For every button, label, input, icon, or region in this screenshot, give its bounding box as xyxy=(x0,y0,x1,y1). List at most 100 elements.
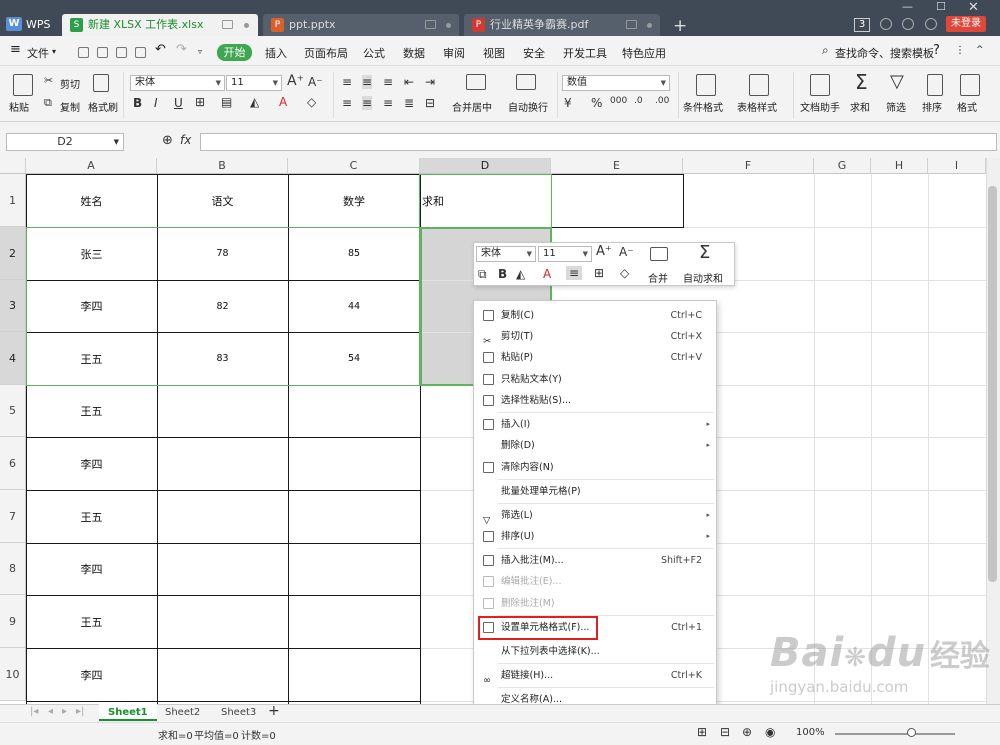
filter-button[interactable]: 筛选 xyxy=(886,99,906,114)
file-menu[interactable]: 文件 xyxy=(27,45,49,61)
hamburger-icon[interactable]: ≡ xyxy=(10,42,21,57)
menu-item-clear-contents[interactable]: 清除内容(N) xyxy=(474,457,716,478)
menu-insert[interactable]: 插入 xyxy=(265,45,287,61)
page-break-icon[interactable]: ⊕ xyxy=(742,725,752,739)
chevron-down-icon[interactable]: ▾ xyxy=(52,47,56,56)
wps-logo[interactable]: W WPS xyxy=(6,14,51,34)
minimize-icon[interactable]: — xyxy=(902,0,913,13)
share-icon[interactable] xyxy=(902,18,914,30)
name-box[interactable]: D2 ▼ xyxy=(6,133,124,151)
zoom-formula-icon[interactable]: ⊕ xyxy=(162,133,173,148)
row-header-10[interactable]: 10 xyxy=(0,648,26,701)
fill-style-icon[interactable]: ▤ xyxy=(221,95,232,109)
cell-a10[interactable]: 李四 xyxy=(26,648,157,701)
menu-item-insert[interactable]: 插入(I) ▸ xyxy=(474,414,716,435)
tab-close-icon[interactable] xyxy=(244,23,249,28)
sheet-tab-2[interactable]: Sheet2 xyxy=(156,704,209,721)
doc-helper-button[interactable]: 文档助手 xyxy=(800,99,840,114)
settings-icon[interactable] xyxy=(925,18,937,30)
menu-data[interactable]: 数据 xyxy=(403,45,425,61)
save-icon[interactable] xyxy=(78,47,89,58)
normal-view-icon[interactable]: ⊞ xyxy=(697,725,707,739)
menu-item-copy[interactable]: 复制(C) Ctrl+C xyxy=(474,305,716,326)
underline-icon[interactable]: U xyxy=(174,96,183,110)
menu-view[interactable]: 视图 xyxy=(483,45,505,61)
percent-icon[interactable]: % xyxy=(591,96,602,110)
monitor-icon[interactable] xyxy=(425,20,436,29)
menu-formula[interactable]: 公式 xyxy=(363,45,385,61)
monitor-icon[interactable] xyxy=(222,20,233,29)
cell-a5[interactable]: 王五 xyxy=(26,385,157,437)
more-icon[interactable]: ⋮ xyxy=(955,45,965,56)
font-name-select[interactable]: 宋体 ▼ xyxy=(130,75,225,91)
border-icon[interactable]: ⊞ xyxy=(195,95,205,109)
indent-decrease-icon[interactable]: ⇤ xyxy=(404,75,414,89)
zoom-slider[interactable] xyxy=(835,733,955,735)
sheet-nav-next-icon[interactable]: ▸ xyxy=(62,706,67,717)
format-painter-button[interactable]: 格式刷 xyxy=(88,99,118,114)
formula-input[interactable] xyxy=(200,133,997,151)
conditional-format-button[interactable]: 条件格式 xyxy=(683,99,723,114)
justify-icon[interactable]: ≣ xyxy=(404,96,414,110)
align-top-icon[interactable]: ≡ xyxy=(342,75,352,89)
menu-review[interactable]: 审阅 xyxy=(443,45,465,61)
row-header-4[interactable]: 4 xyxy=(0,332,26,385)
close-window-icon[interactable]: ✕ xyxy=(968,0,979,15)
col-header-a[interactable]: A xyxy=(26,158,157,174)
merge-center-button[interactable]: 合并居中 xyxy=(452,99,492,114)
menu-item-insert-comment[interactable]: 插入批注(M)... Shift+F2 xyxy=(474,550,716,571)
row-header-2[interactable]: 2 xyxy=(0,227,26,280)
align-center-icon[interactable]: ≡ xyxy=(566,266,583,280)
row-header-8[interactable]: 8 xyxy=(0,543,26,595)
col-header-e[interactable]: E xyxy=(551,158,683,174)
zoom-level[interactable]: 100% xyxy=(796,727,825,738)
increase-font-icon[interactable]: A⁺ xyxy=(596,244,612,259)
search-icon[interactable]: ⌕ xyxy=(822,43,829,58)
print-icon[interactable] xyxy=(116,47,127,58)
tab-close-icon[interactable] xyxy=(446,23,451,28)
redo-icon[interactable]: ↷ xyxy=(176,42,187,57)
sheet-nav-prev-icon[interactable]: ◂ xyxy=(48,706,53,717)
cell-a1[interactable]: 姓名 xyxy=(26,174,157,227)
maximize-icon[interactable]: ☐ xyxy=(936,0,946,13)
reading-mode-icon[interactable]: ◉ xyxy=(765,725,775,739)
merge-button[interactable]: 合并 xyxy=(648,270,668,285)
align-center-icon[interactable]: ≡ xyxy=(362,96,373,110)
menu-item-pick-from-list[interactable]: 从下拉列表中选择(K)... xyxy=(474,641,716,662)
collapse-ribbon-icon[interactable]: ^ xyxy=(976,45,984,55)
tab-close-icon[interactable] xyxy=(647,23,652,28)
row-header-9[interactable]: 9 xyxy=(0,595,26,648)
increase-font-icon[interactable]: A⁺ xyxy=(287,73,304,89)
skin-icon[interactable] xyxy=(880,18,892,30)
menu-item-delete[interactable]: 删除(D) ▸ xyxy=(474,435,716,456)
wrap-text-button[interactable]: 自动换行 xyxy=(508,99,548,114)
mini-font-size-select[interactable]: 11 ▼ xyxy=(538,246,592,262)
menu-item-paste[interactable]: 粘贴(P) Ctrl+V xyxy=(474,347,716,368)
monitor-icon[interactable] xyxy=(626,20,637,29)
print-preview-icon[interactable] xyxy=(135,47,146,58)
font-style-icon[interactable]: ⧉ xyxy=(478,267,487,282)
cell-a8[interactable]: 李四 xyxy=(26,543,157,595)
export-pdf-icon[interactable] xyxy=(97,47,108,58)
menu-item-batch-process[interactable]: 批量处理单元格(P) xyxy=(474,481,716,502)
sort-button[interactable]: 排序 xyxy=(922,99,942,114)
row-header-3[interactable]: 3 xyxy=(0,280,26,332)
align-middle-icon[interactable]: ≡ xyxy=(362,75,373,89)
sheet-tab-3[interactable]: Sheet3 xyxy=(212,704,265,721)
bold-icon[interactable]: B xyxy=(133,96,142,110)
col-header-h[interactable]: H xyxy=(871,158,928,174)
decrease-decimal-icon[interactable]: .00 xyxy=(655,96,669,106)
menu-security[interactable]: 安全 xyxy=(523,45,545,61)
row-header-7[interactable]: 7 xyxy=(0,490,26,543)
clear-format-icon[interactable]: ◇ xyxy=(307,95,316,109)
indent-increase-icon[interactable]: ⇥ xyxy=(425,75,435,89)
align-left-icon[interactable]: ≡ xyxy=(342,96,352,110)
distribute-icon[interactable]: ⊟ xyxy=(425,96,435,110)
window-count-badge[interactable]: 3 xyxy=(854,18,870,32)
col-header-c[interactable]: C xyxy=(288,158,420,174)
sheet-nav-last-icon[interactable]: ▸| xyxy=(76,706,84,717)
number-format-select[interactable]: 数值 ▼ xyxy=(562,75,670,91)
cell-a9[interactable]: 王五 xyxy=(26,595,157,648)
col-header-f[interactable]: F xyxy=(683,158,814,174)
autosum-button[interactable]: 自动求和 xyxy=(683,270,723,285)
